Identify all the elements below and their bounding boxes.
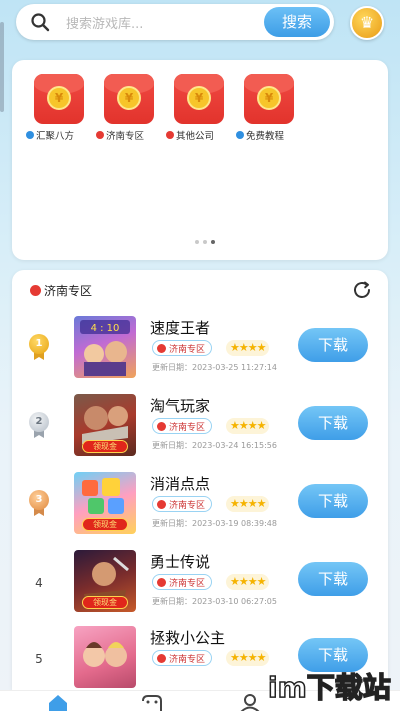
game-thumbnail[interactable]: 领现金 (74, 550, 136, 612)
game-name: 消消点点 (150, 475, 211, 493)
section-title: 济南专区 (44, 284, 93, 298)
rating-stars: ★★★★ (226, 340, 270, 356)
update-date: 更新日期：2023-03-19 08:39:48 (152, 519, 277, 528)
dot-icon (236, 131, 244, 139)
rank-badge: 2 (26, 412, 52, 442)
game-thumbnail[interactable]: 领现金 (74, 394, 136, 456)
page-dot (195, 240, 199, 244)
watermark-logo: im下载站 (267, 670, 391, 705)
game-thumbnail[interactable] (74, 626, 136, 688)
rating-stars: ★★★★ (226, 496, 270, 512)
rank-badge: 3 (26, 490, 52, 520)
rank-badge: 4 (35, 576, 43, 590)
download-button[interactable]: 下载 (298, 328, 368, 362)
game-name: 拯救小公主 (150, 629, 226, 647)
home-icon[interactable] (46, 693, 70, 711)
game-list-panel: 济南专区 1 4 : 10 速度王者 济南专区 ★★★★ 更新日期：2023-0… (12, 270, 388, 690)
zone-badge: 济南专区 (152, 340, 213, 356)
search-button[interactable]: 搜索 (264, 7, 330, 37)
zone-badge: 济南专区 (152, 496, 213, 512)
zone-badge: 济南专区 (152, 650, 213, 666)
zone-badge: 济南专区 (152, 418, 213, 434)
download-button[interactable]: 下载 (298, 562, 368, 596)
game-row[interactable]: 2 领现金 淘气玩家 济南专区 ★★★★ 更新日期：2023-03-24 16:… (12, 394, 388, 460)
rating-stars: ★★★★ (226, 418, 270, 434)
page-indicator (195, 240, 215, 244)
download-button[interactable]: 下载 (298, 484, 368, 518)
cash-tag: 领现金 (82, 440, 128, 453)
search-bar[interactable]: 搜索游戏库... 搜索 (16, 4, 334, 40)
dot-icon (166, 131, 174, 139)
game-name: 淘气玩家 (150, 397, 211, 415)
silver-medal-icon: 2 (28, 412, 50, 438)
game-row[interactable]: 3 领现金 消消点点 济南专区 ★★★★ 更新日期：2023-03-19 08:… (12, 472, 388, 538)
shortcut-item[interactable]: ¥ 其他公司 (166, 74, 232, 142)
dot-icon (30, 285, 41, 296)
refresh-icon[interactable] (350, 278, 374, 302)
dot-icon (26, 131, 34, 139)
crown-icon[interactable]: ♛ (350, 6, 384, 40)
cash-tag: 领现金 (82, 596, 128, 609)
dot-icon (96, 131, 104, 139)
gold-medal-icon: 1 (28, 334, 50, 360)
red-packet-icon: ¥ (244, 74, 294, 124)
shortcut-item[interactable]: ¥ 济南专区 (96, 74, 162, 142)
svg-text:4 : 10: 4 : 10 (91, 323, 120, 334)
shortcut-panel: ¥ 汇聚八方 ¥ 济南专区 ¥ 其他公司 ¥ 免费教程 (12, 60, 388, 260)
bronze-medal-icon: 3 (28, 490, 50, 516)
page-dot (203, 240, 207, 244)
zone-badge: 济南专区 (152, 574, 213, 590)
shortcut-item[interactable]: ¥ 免费教程 (236, 74, 302, 142)
shortcut-label: 免费教程 (246, 131, 285, 142)
update-date: 更新日期：2023-03-24 16:15:56 (152, 441, 277, 450)
game-thumbnail[interactable]: 领现金 (74, 472, 136, 534)
game-thumbnail[interactable]: 4 : 10 (74, 316, 136, 378)
update-date: 更新日期：2023-03-25 11:27:14 (152, 363, 277, 372)
search-input[interactable]: 搜索游戏库... (66, 13, 143, 32)
rating-stars: ★★★★ (226, 574, 270, 590)
shortcut-label: 其他公司 (176, 131, 215, 142)
download-button[interactable]: 下载 (298, 406, 368, 440)
red-packet-icon: ¥ (104, 74, 154, 124)
user-icon[interactable] (238, 693, 262, 711)
cash-tag: 领现金 (82, 518, 128, 531)
rating-stars: ★★★★ (226, 650, 270, 666)
shortcut-label: 汇聚八方 (36, 131, 75, 142)
shortcut-item[interactable]: ¥ 汇聚八方 (26, 74, 92, 142)
game-row[interactable]: 4 领现金 勇士传说 济南专区 ★★★★ 更新日期：2023-03-10 06:… (12, 550, 388, 616)
game-controller-icon[interactable] (140, 693, 164, 711)
red-packet-icon: ¥ (34, 74, 84, 124)
top-bar: 搜索游戏库... 搜索 ♛ (0, 0, 400, 50)
game-name: 勇士传说 (150, 553, 211, 571)
rank-badge: 5 (35, 652, 43, 666)
shortcut-label: 济南专区 (106, 131, 145, 142)
game-name: 速度王者 (150, 319, 211, 337)
update-date: 更新日期：2023-03-10 06:27:05 (152, 597, 277, 606)
search-icon (31, 13, 50, 32)
game-row[interactable]: 1 4 : 10 速度王者 济南专区 ★★★★ 更新日期：2023-03-25 … (12, 316, 388, 382)
rank-badge: 1 (26, 334, 52, 364)
red-packet-icon: ¥ (174, 74, 224, 124)
section-header: 济南专区 (30, 282, 92, 299)
page-dot-active (211, 240, 215, 244)
